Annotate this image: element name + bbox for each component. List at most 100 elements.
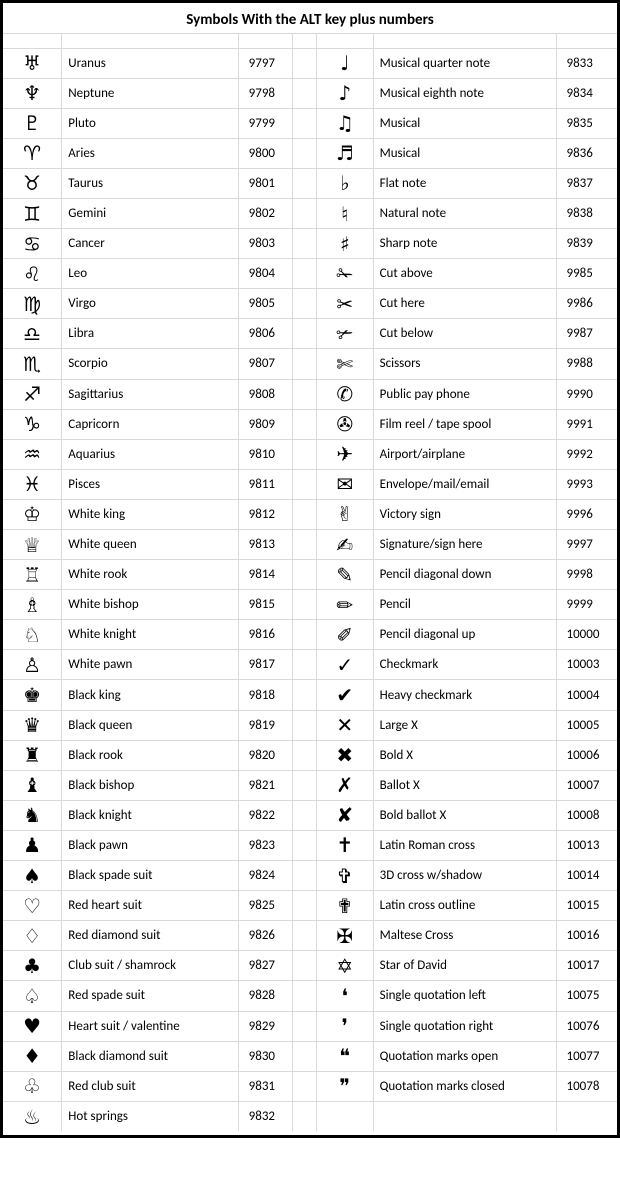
symbol-glyph: ♒ <box>3 439 62 469</box>
symbol-code: 9815 <box>238 590 292 620</box>
symbol-glyph: ✃ <box>317 319 374 349</box>
symbol-glyph: ✎ <box>317 560 374 590</box>
table-row: ♌Leo9804✁Cut above9985 <box>3 259 617 289</box>
symbol-code: 10004 <box>556 680 617 710</box>
symbol-glyph: ♎ <box>3 319 62 349</box>
column-gap <box>293 349 317 379</box>
table-row: ♈Aries9800♬Musical9836 <box>3 138 617 168</box>
symbol-code: 9830 <box>238 1041 292 1071</box>
symbol-name: White queen <box>62 530 238 560</box>
symbol-glyph: ♑ <box>3 409 62 439</box>
symbol-code: 9819 <box>238 710 292 740</box>
symbol-glyph: ♡ <box>3 891 62 921</box>
symbol-glyph: ❞ <box>317 1071 374 1101</box>
symbol-name: Red spade suit <box>62 981 238 1011</box>
symbol-name: Heart suit / valentine <box>62 1011 238 1041</box>
symbol-glyph: ♘ <box>3 620 62 650</box>
symbol-name: Signature/sign here <box>373 530 556 560</box>
symbol-glyph: ♏ <box>3 349 62 379</box>
column-gap <box>293 499 317 529</box>
symbol-glyph: ✞ <box>317 861 374 891</box>
symbol-code: 9826 <box>238 921 292 951</box>
symbol-name: Single quotation left <box>373 981 556 1011</box>
symbol-code: 10014 <box>556 861 617 891</box>
symbol-name: Red heart suit <box>62 891 238 921</box>
column-gap <box>293 530 317 560</box>
symbol-name <box>373 1101 556 1131</box>
symbol-code: 10003 <box>556 650 617 680</box>
symbol-glyph: ✔ <box>317 680 374 710</box>
table-row: ♠Black spade suit9824✞3D cross w/shadow1… <box>3 861 617 891</box>
symbol-glyph: ♢ <box>3 921 62 951</box>
spacer-row <box>3 34 617 48</box>
symbol-code: 10075 <box>556 981 617 1011</box>
column-gap <box>293 710 317 740</box>
symbol-name: Cut above <box>373 259 556 289</box>
column-gap <box>293 78 317 108</box>
symbol-code: 9820 <box>238 740 292 770</box>
symbol-name: White knight <box>62 620 238 650</box>
table-row: ♣Club suit / shamrock9827✡Star of David1… <box>3 951 617 981</box>
table-row: ♑Capricorn9809✇Film reel / tape spool999… <box>3 409 617 439</box>
page-title: Symbols With the ALT key plus numbers <box>3 5 617 34</box>
symbol-name: Black knight <box>62 800 238 830</box>
table-row: ♝Black bishop9821✗Ballot X10007 <box>3 770 617 800</box>
symbol-code: 10006 <box>556 740 617 770</box>
symbol-glyph: ✌ <box>317 499 374 529</box>
symbol-code: 9987 <box>556 319 617 349</box>
symbol-code: 9810 <box>238 439 292 469</box>
table-row: ♗White bishop9815✏Pencil9999 <box>3 590 617 620</box>
symbol-name: Black spade suit <box>62 861 238 891</box>
symbol-name: Black queen <box>62 710 238 740</box>
symbol-code: 10013 <box>556 830 617 860</box>
symbol-code: 9804 <box>238 259 292 289</box>
column-gap <box>293 439 317 469</box>
symbol-name: Scissors <box>373 349 556 379</box>
symbol-code: 9832 <box>238 1101 292 1131</box>
symbol-code: 9807 <box>238 349 292 379</box>
symbol-glyph: ✐ <box>317 620 374 650</box>
table-row: ♎Libra9806✃Cut below9987 <box>3 319 617 349</box>
column-gap <box>293 1101 317 1131</box>
symbol-name: Musical <box>373 138 556 168</box>
symbol-glyph: ♐ <box>3 379 62 409</box>
symbol-name: Red club suit <box>62 1071 238 1101</box>
symbol-glyph: ✁ <box>317 259 374 289</box>
symbol-glyph: ♖ <box>3 560 62 590</box>
symbol-glyph: ♊ <box>3 198 62 228</box>
symbol-name: Virgo <box>62 289 238 319</box>
column-gap <box>293 289 317 319</box>
symbol-code: 10007 <box>556 770 617 800</box>
table-row: ♏Scorpio9807✄Scissors9988 <box>3 349 617 379</box>
column-gap <box>293 259 317 289</box>
symbol-name: 3D cross w/shadow <box>373 861 556 891</box>
symbol-glyph: ♜ <box>3 740 62 770</box>
symbol-name: Quotation marks closed <box>373 1071 556 1101</box>
symbol-glyph <box>317 1101 374 1131</box>
symbol-name: Natural note <box>373 198 556 228</box>
symbol-code: 9997 <box>556 530 617 560</box>
symbol-name: Large X <box>373 710 556 740</box>
column-gap <box>293 891 317 921</box>
symbol-name: Black rook <box>62 740 238 770</box>
column-gap <box>293 861 317 891</box>
symbol-name: Cut below <box>373 319 556 349</box>
symbol-glyph: ♩ <box>317 48 374 78</box>
symbol-name: Victory sign <box>373 499 556 529</box>
column-gap <box>293 770 317 800</box>
table-row: ♉Taurus9801♭Flat note9837 <box>3 168 617 198</box>
table-row: ♓Pisces9811✉Envelope/mail/email9993 <box>3 469 617 499</box>
symbol-code: 9797 <box>238 48 292 78</box>
symbol-glyph: ❝ <box>317 1041 374 1071</box>
symbol-code: 9831 <box>238 1071 292 1101</box>
symbol-code: 9834 <box>556 78 617 108</box>
symbol-name: Cancer <box>62 229 238 259</box>
symbol-name: Ballot X <box>373 770 556 800</box>
symbol-code: 9814 <box>238 560 292 590</box>
symbol-code: 9827 <box>238 951 292 981</box>
symbol-code: 10017 <box>556 951 617 981</box>
table-row: ♨Hot springs9832 <box>3 1101 617 1131</box>
symbol-glyph: ♌ <box>3 259 62 289</box>
symbol-name: Capricorn <box>62 409 238 439</box>
symbol-glyph: ♮ <box>317 198 374 228</box>
